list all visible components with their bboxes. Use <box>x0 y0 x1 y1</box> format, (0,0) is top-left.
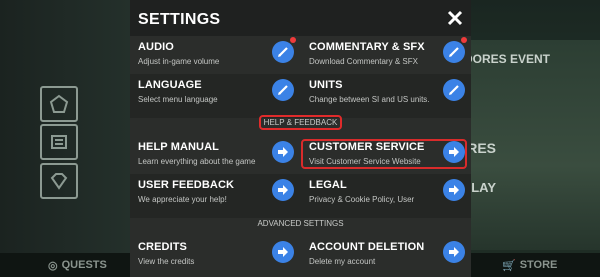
units-desc: Change between SI and US units. <box>309 95 430 104</box>
user-feedback-title: USER FEEDBACK <box>138 179 235 191</box>
customer-service-go-button[interactable] <box>443 141 465 163</box>
settings-row: LANGUAGE Select menu language UNITS Chan… <box>130 74 471 118</box>
arrow-right-icon <box>278 247 288 257</box>
account-deletion-setting[interactable]: ACCOUNT DELETION Delete my account <box>301 236 471 277</box>
language-setting[interactable]: LANGUAGE Select menu language <box>130 74 300 118</box>
customer-service-desc: Visit Customer Service Website <box>309 157 421 166</box>
store-tab[interactable]: 🛒 STORE <box>502 259 557 272</box>
account-deletion-go-button[interactable] <box>443 241 465 263</box>
news-icon[interactable] <box>40 124 78 160</box>
customer-service-title: CUSTOMER SERVICE <box>309 141 425 153</box>
audio-title: AUDIO <box>138 41 174 53</box>
legal-setting[interactable]: LEGAL Privacy & Cookie Policy, User <box>301 174 471 218</box>
pencil-icon <box>278 47 288 57</box>
commentary-title: COMMENTARY & SFX <box>309 41 425 53</box>
quests-icon: ◎ <box>48 259 58 272</box>
legal-go-button[interactable] <box>443 179 465 201</box>
arrow-right-icon <box>278 185 288 195</box>
help-manual-go-button[interactable] <box>272 141 294 163</box>
credits-title: CREDITS <box>138 241 187 253</box>
language-title: LANGUAGE <box>138 79 202 91</box>
units-title: UNITS <box>309 79 343 91</box>
advanced-section-label: ADVANCED SETTINGS <box>130 219 471 228</box>
audio-edit-button[interactable] <box>272 41 294 63</box>
pencil-icon <box>449 47 459 57</box>
user-feedback-desc: We appreciate your help! <box>138 195 227 204</box>
help-feedback-section-label: HELP & FEEDBACK <box>130 115 471 130</box>
close-icon[interactable] <box>447 10 463 26</box>
legal-title: LEGAL <box>309 179 347 191</box>
notification-badge <box>290 37 296 43</box>
language-edit-button[interactable] <box>272 79 294 101</box>
settings-row: CREDITS View the credits ACCOUNT DELETIO… <box>130 236 471 277</box>
gem-icon[interactable] <box>40 163 78 199</box>
modal-title: SETTINGS <box>138 11 221 28</box>
settings-row: USER FEEDBACK We appreciate your help! L… <box>130 174 471 218</box>
pitch-icon[interactable] <box>40 86 78 122</box>
arrow-right-icon <box>449 147 459 157</box>
commentary-desc: Download Commentary & SFX <box>309 57 418 66</box>
credits-setting[interactable]: CREDITS View the credits <box>130 236 300 277</box>
units-edit-button[interactable] <box>443 79 465 101</box>
help-feedback-label: HELP & FEEDBACK <box>258 115 343 130</box>
pencil-icon <box>449 85 459 95</box>
help-manual-title: HELP MANUAL <box>138 141 219 153</box>
banner-text: RES <box>467 140 496 156</box>
arrow-right-icon <box>449 185 459 195</box>
units-setting[interactable]: UNITS Change between SI and US units. <box>301 74 471 118</box>
account-deletion-desc: Delete my account <box>309 257 376 266</box>
store-icon: 🛒 <box>502 259 516 272</box>
store-label: STORE <box>519 259 558 271</box>
help-manual-desc: Learn everything about the game <box>138 157 256 166</box>
play-banner-text: LAY <box>471 180 496 195</box>
advanced-label: ADVANCED SETTINGS <box>257 219 344 228</box>
settings-modal: SETTINGS AUDIO Adjust in-game volume COM… <box>130 0 471 277</box>
account-deletion-title: ACCOUNT DELETION <box>309 241 425 253</box>
legal-desc: Privacy & Cookie Policy, User <box>309 195 415 204</box>
quests-tab[interactable]: ◎ QUESTS <box>48 259 107 272</box>
credits-desc: View the credits <box>138 257 195 266</box>
event-banner-text: DORES EVENT <box>463 52 550 66</box>
arrow-right-icon <box>278 147 288 157</box>
audio-desc: Adjust in-game volume <box>138 57 220 66</box>
user-feedback-setting[interactable]: USER FEEDBACK We appreciate your help! <box>130 174 300 218</box>
language-desc: Select menu language <box>138 95 218 104</box>
quests-label: QUESTS <box>61 259 107 271</box>
commentary-edit-button[interactable] <box>443 41 465 63</box>
credits-go-button[interactable] <box>272 241 294 263</box>
pencil-icon <box>278 85 288 95</box>
notification-badge <box>461 37 467 43</box>
arrow-right-icon <box>449 247 459 257</box>
modal-header: SETTINGS <box>130 0 471 36</box>
user-feedback-go-button[interactable] <box>272 179 294 201</box>
